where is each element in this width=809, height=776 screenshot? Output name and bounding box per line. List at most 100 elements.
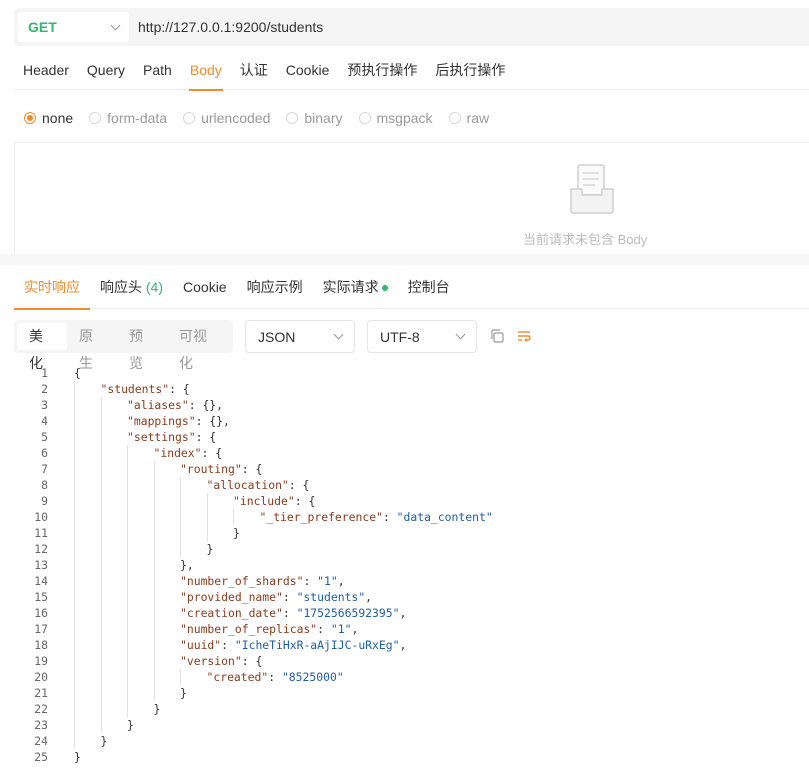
code-line: 16 "creation_date": "1752566592395", — [0, 605, 809, 621]
tab-response-example[interactable]: 响应示例 — [237, 266, 313, 309]
indent-guide — [180, 477, 181, 557]
code-text: } — [153, 702, 161, 716]
code-line: 2 "students": { — [0, 381, 809, 397]
code-line: 4 "mappings": {}, — [0, 413, 809, 429]
code-text: "allocation": { — [206, 478, 310, 492]
word-wrap-icon[interactable] — [516, 328, 532, 344]
radio-dot — [89, 112, 102, 124]
code-text: } — [100, 734, 108, 748]
code-line: 20 "created": "8525000" — [0, 669, 809, 685]
view-raw[interactable]: 原生 — [67, 323, 117, 371]
code-text: "number_of_replicas": "1", — [180, 622, 359, 636]
line-number: 2 — [41, 382, 48, 396]
response-body-viewer[interactable]: 1{2 "students": {3 "aliases": {}, 4 "mapping… — [0, 365, 809, 765]
line-number: 14 — [34, 574, 48, 588]
tab-auth[interactable]: 认证 — [231, 52, 277, 90]
view-preview[interactable]: 预览 — [117, 323, 167, 371]
radio-label: urlencoded — [201, 110, 271, 126]
code-line: 13}, — [0, 557, 809, 573]
code-line: 18 "uuid": "IcheTiHxR-aAjIJC-uRxEg", — [0, 637, 809, 653]
code-text: "number_of_shards": "1", — [180, 574, 345, 588]
line-number: 4 — [41, 414, 48, 428]
url-input[interactable]: http://127.0.0.1:9200/students — [138, 19, 323, 35]
code-line: 24} — [0, 733, 809, 749]
code-text: } — [233, 526, 240, 540]
headers-count: (4) — [145, 279, 164, 295]
line-number: 17 — [34, 622, 48, 636]
code-line: 6 "index": { — [0, 445, 809, 461]
format-select[interactable]: JSON — [245, 320, 355, 353]
format-value: JSON — [258, 328, 296, 345]
radio-msgpack[interactable]: msgpack — [358, 110, 433, 126]
code-line: 23} — [0, 717, 809, 733]
code-text: } — [180, 686, 187, 700]
line-number: 5 — [41, 430, 48, 444]
indent-guide — [153, 461, 155, 701]
encoding-select[interactable]: UTF-8 — [367, 320, 477, 353]
line-number: 12 — [34, 542, 48, 556]
line-number: 8 — [41, 478, 48, 492]
tab-header[interactable]: Header — [14, 52, 78, 90]
radio-dot — [24, 112, 36, 124]
line-number: 20 — [34, 670, 48, 684]
code-line: 7 "routing": { — [0, 461, 809, 477]
code-line: 10 "_tier_preference": "data_content" — [0, 509, 809, 525]
indent-guide — [206, 493, 208, 541]
line-number: 21 — [34, 686, 48, 700]
indent-guide — [233, 509, 234, 525]
code-line: 3 "aliases": {}, — [0, 397, 809, 413]
radio-label: msgpack — [376, 110, 433, 126]
line-number: 11 — [34, 526, 48, 540]
tab-console[interactable]: 控制台 — [398, 266, 460, 309]
tab-body[interactable]: Body — [181, 52, 231, 91]
code-text: "index": { — [153, 446, 223, 460]
tab-response-headers[interactable]: 响应头 (4) — [90, 266, 173, 309]
view-visualize[interactable]: 可视化 — [167, 323, 230, 371]
radio-form-data[interactable]: form-data — [89, 110, 167, 126]
code-line: 12} — [0, 541, 809, 557]
code-text: } — [74, 750, 81, 764]
line-number: 16 — [34, 606, 48, 620]
code-line: 8 "allocation": { — [0, 477, 809, 493]
radio-dot — [448, 112, 461, 124]
tab-response-cookie[interactable]: Cookie — [173, 266, 237, 309]
tab-pre-script[interactable]: 预执行操作 — [338, 52, 426, 90]
radio-urlencoded[interactable]: urlencoded — [183, 110, 270, 126]
code-line: 15 "provided_name": "students", — [0, 589, 809, 605]
line-number: 23 — [34, 718, 48, 732]
tab-query[interactable]: Query — [78, 52, 134, 90]
code-text: "students": { — [100, 382, 190, 396]
tab-post-script[interactable]: 后执行操作 — [426, 52, 514, 90]
tab-label: 实际请求 — [322, 279, 379, 295]
copy-icon[interactable] — [489, 328, 505, 344]
code-line: 19 "version": { — [0, 653, 809, 669]
line-number: 10 — [34, 510, 48, 524]
tab-actual-request[interactable]: 实际请求 — [313, 266, 398, 309]
chevron-down-icon — [110, 20, 121, 30]
code-text: }, — [180, 558, 194, 572]
line-number: 7 — [41, 462, 48, 476]
tab-realtime-response[interactable]: 实时响应 — [14, 266, 90, 310]
line-number: 19 — [34, 654, 48, 668]
method-label: GET — [28, 19, 57, 35]
radio-binary[interactable]: binary — [286, 110, 343, 126]
code-line: 14 "number_of_shards": "1", — [0, 573, 809, 589]
chevron-down-icon — [455, 329, 466, 340]
indent-guide — [127, 445, 128, 717]
line-number: 24 — [34, 734, 48, 748]
code-line: 9 "include": { — [0, 493, 809, 509]
line-number: 1 — [41, 366, 48, 380]
encoding-value: UTF-8 — [380, 328, 420, 345]
view-pretty[interactable]: 美化 — [17, 323, 67, 371]
code-text: "uuid": "IcheTiHxR-aAjIJC-uRxEg", — [180, 638, 407, 652]
radio-label: none — [42, 110, 74, 126]
tab-path[interactable]: Path — [134, 52, 181, 90]
method-select[interactable]: GET — [18, 12, 129, 42]
line-number: 15 — [34, 590, 48, 604]
code-text: "include": { — [233, 494, 316, 508]
tab-cookie[interactable]: Cookie — [277, 52, 339, 90]
code-line: 17 "number_of_replicas": "1", — [0, 621, 809, 637]
radio-none[interactable]: none — [24, 110, 73, 126]
radio-raw[interactable]: raw — [448, 110, 489, 126]
code-text: "provided_name": "students", — [180, 590, 373, 604]
